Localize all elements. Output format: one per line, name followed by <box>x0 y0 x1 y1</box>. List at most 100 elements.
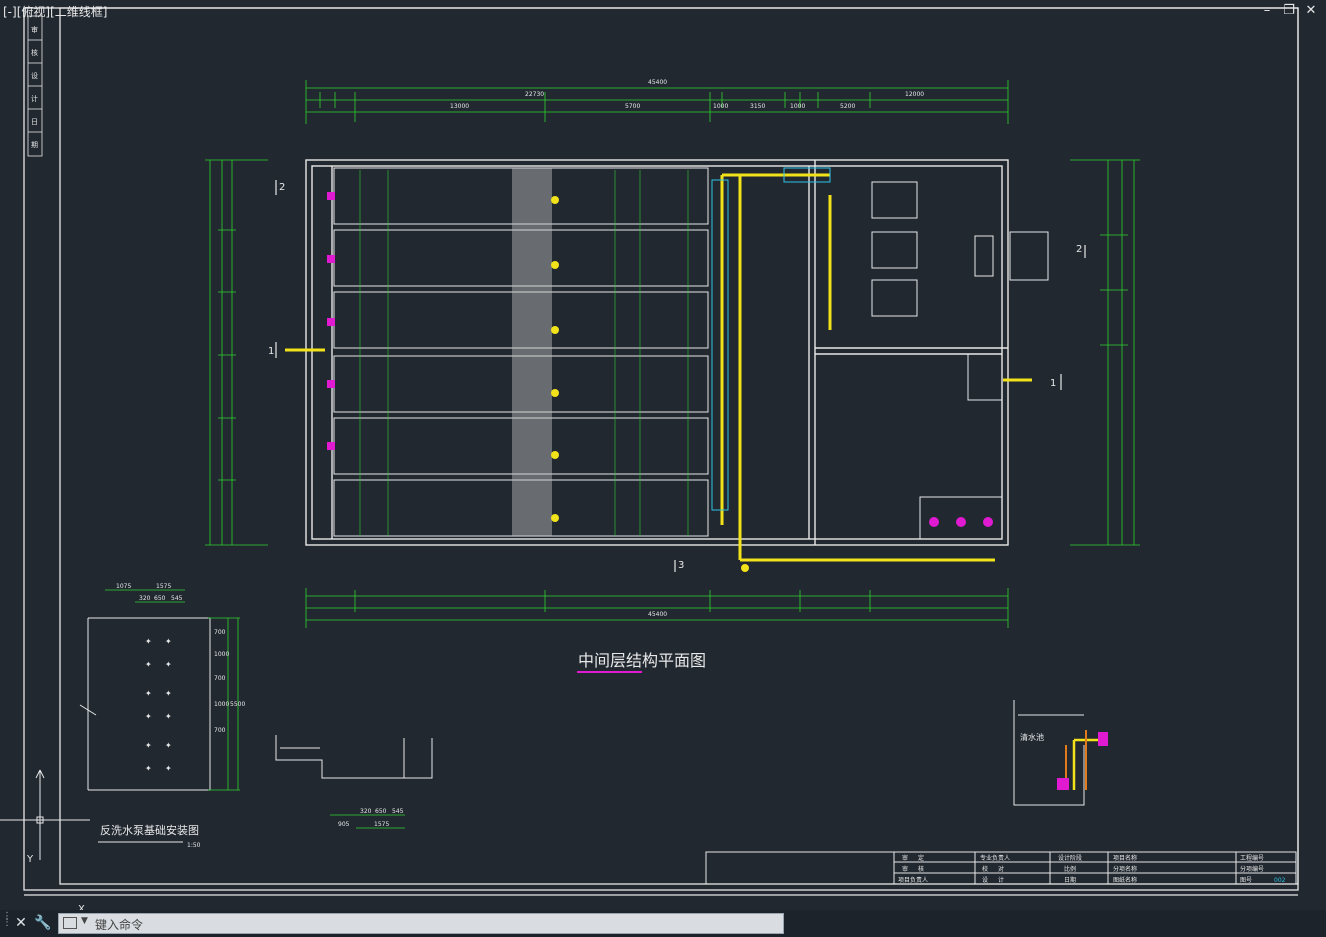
section-detail-dim-text: 320 650 545 905 1575 <box>338 808 404 828</box>
section-dimension: 650 <box>375 808 387 815</box>
title-block-cell: 审 <box>902 865 908 873</box>
title-block-cell: 图纸名称 <box>1113 876 1137 884</box>
detail-dimension: 5500 <box>230 701 245 708</box>
svg-text:✦: ✦ <box>165 637 172 646</box>
title-block-cell: 比例 <box>1064 865 1076 873</box>
title-block-cell: 设 <box>982 876 988 884</box>
close-command-line-button[interactable]: ✕ <box>12 913 30 933</box>
bottom-dimension-lines <box>305 588 1009 628</box>
detail-dimension: 320 <box>139 595 151 602</box>
svg-text:✦: ✦ <box>165 741 172 750</box>
section-dimension: 545 <box>392 808 404 815</box>
svg-text:✦: ✦ <box>145 689 152 698</box>
equipment-room <box>871 181 1049 540</box>
svg-text:✦: ✦ <box>145 712 152 721</box>
pipe-valves <box>551 196 749 572</box>
detail-dimension: 700 <box>214 675 226 682</box>
side-strip-labels: 审 核 设 计 日 期 <box>31 25 38 149</box>
command-input[interactable] <box>93 915 777 934</box>
drag-grip-icon[interactable]: ⋮ ⋮ <box>2 912 12 934</box>
cad-viewport[interactable]: [-][俯视][二维线框] – ❐ ✕ 审 核 设 计 日 期 45400 13… <box>0 0 1326 910</box>
drawing-frame <box>23 7 1299 896</box>
title-block-cell: 定 <box>918 854 924 862</box>
svg-text:✦: ✦ <box>165 689 172 698</box>
detail-scale: 1:50 <box>187 842 201 849</box>
section-dimension: 320 <box>360 808 372 815</box>
title-block-cell: 分项名称 <box>1113 865 1137 873</box>
section-mark: 3 <box>678 560 684 571</box>
top-dimension: 3150 <box>750 103 765 110</box>
side-strip <box>27 15 43 157</box>
section-dimension: 1575 <box>374 821 389 828</box>
side-strip-label: 审 <box>31 25 38 34</box>
pumps <box>327 192 993 527</box>
command-bar: ⋮ ⋮ ✕ 🔧 ▼ <box>0 910 1326 937</box>
side-strip-label: 期 <box>31 141 38 149</box>
main-drawing-title: 中间层结构平面图 <box>578 651 706 670</box>
detail-dimension: 700 <box>214 727 226 734</box>
right-dimension-lines <box>1070 159 1140 546</box>
title-block-cell: 分项编号 <box>1240 865 1264 873</box>
detail-dimension: 700 <box>214 629 226 636</box>
title-block-cell: 002 <box>1274 877 1286 884</box>
cad-drawing: 审 核 设 计 日 期 45400 13000 22730 5700 1000 … <box>0 7 1299 910</box>
top-total-dimension: 45400 <box>648 79 667 86</box>
detail-dimension: 1000 <box>214 651 229 658</box>
title-block-text: 审 定 专业负责人 设计阶段 项目名称 工程编号 审 核 校 对 比例 分项名称… <box>898 854 1286 884</box>
side-strip-label: 计 <box>31 94 38 103</box>
title-block-cell: 校 <box>982 865 988 873</box>
left-dimension-lines <box>205 159 268 546</box>
top-dimension: 13000 <box>450 103 469 110</box>
svg-text:✦: ✦ <box>145 764 152 773</box>
bottom-total-dimension: 45400 <box>648 611 667 618</box>
side-strip-label: 核 <box>31 48 38 57</box>
side-strip-label: 日 <box>31 118 38 126</box>
command-history-icon[interactable] <box>63 917 77 929</box>
title-block-cell: 设计阶段 <box>1058 854 1082 862</box>
wrench-icon[interactable]: 🔧 <box>34 913 52 933</box>
detail-dimension: 545 <box>171 595 183 602</box>
chevron-down-icon[interactable]: ▼ <box>81 916 88 926</box>
top-dimension: 1000 <box>713 103 728 110</box>
top-dimension: 5200 <box>840 103 855 110</box>
svg-text:✦: ✦ <box>145 660 152 669</box>
section-dimension: 905 <box>338 821 350 828</box>
title-block-cell: 审 <box>902 854 908 862</box>
section-mark: 1 <box>1050 378 1056 389</box>
command-input-box[interactable]: ▼ <box>58 913 784 934</box>
title-block-cell: 工程编号 <box>1240 854 1264 862</box>
title-block-cell: 图号 <box>1240 877 1252 884</box>
filter-media-texture <box>512 168 552 536</box>
top-dimension: 22730 <box>525 91 544 98</box>
detail-dimension: 650 <box>154 595 166 602</box>
title-block-cell: 项目名称 <box>1113 854 1137 862</box>
side-strip-label: 设 <box>31 71 38 80</box>
detail-title: 反洗水泵基础安装图 <box>100 823 199 837</box>
svg-text:✦: ✦ <box>165 764 172 773</box>
title-block-cell: 核 <box>918 865 924 873</box>
title-block-cell: 专业负责人 <box>980 854 1010 862</box>
top-dimension: 12000 <box>905 91 924 98</box>
detail-dimension: 1575 <box>156 583 171 590</box>
title-block-cell: 日期 <box>1064 876 1076 884</box>
pump-foundation-dim-text: 1075 1575 320 650 545 700 1000 700 1000 … <box>116 583 245 734</box>
ucs-icon <box>0 769 90 860</box>
title-block-cell: 项目负责人 <box>898 876 928 884</box>
top-dimension-lines <box>305 80 1009 124</box>
svg-text:✦: ✦ <box>145 741 152 750</box>
svg-text:✦: ✦ <box>165 712 172 721</box>
anchor-bolts: ✦ ✦ ✦ ✦ ✦ ✦ ✦ ✦ ✦ ✦ ✦ ✦ <box>145 637 172 773</box>
tank-label: 清水池 <box>1020 732 1044 742</box>
section-marks <box>275 180 1086 572</box>
detail-dimension: 1000 <box>214 701 229 708</box>
section-mark: 2 <box>279 182 285 193</box>
section-mark: 1 <box>268 346 274 357</box>
top-dimension: 1000 <box>790 103 805 110</box>
ucs-y-label: Y <box>26 854 34 865</box>
pump-foundation-dims <box>105 589 240 791</box>
svg-text:✦: ✦ <box>165 660 172 669</box>
section-mark-labels: 1 1 2 2 3 <box>268 182 1082 571</box>
svg-text:✦: ✦ <box>145 637 152 646</box>
top-dimension: 5700 <box>625 103 640 110</box>
detail-dimension: 1075 <box>116 583 131 590</box>
